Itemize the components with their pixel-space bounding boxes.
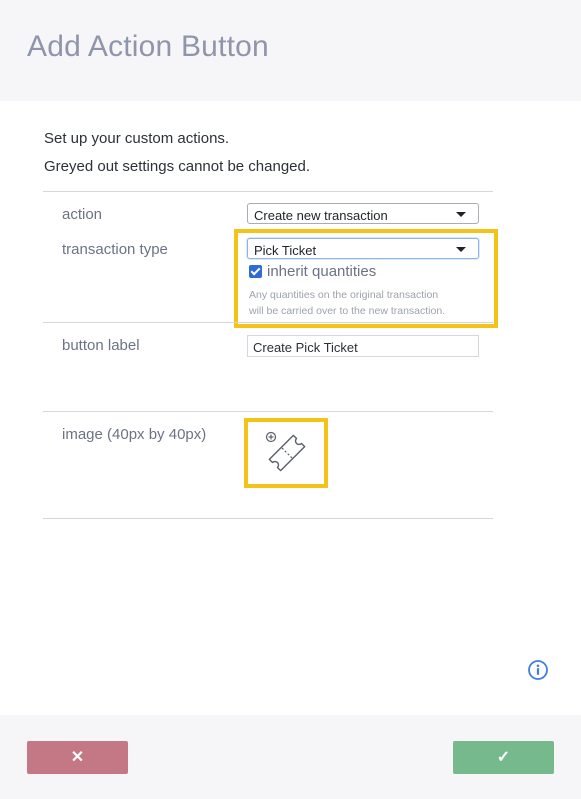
intro-note: Greyed out settings cannot be changed. bbox=[44, 158, 311, 175]
transaction-type-label: transaction type bbox=[62, 241, 168, 258]
transaction-type-select[interactable]: Pick Ticket bbox=[247, 238, 479, 259]
inherit-quantities-label[interactable]: inherit quantities bbox=[267, 263, 376, 280]
check-icon: ✓ bbox=[496, 749, 511, 766]
action-select[interactable]: Create new transaction bbox=[247, 203, 479, 224]
info-icon[interactable] bbox=[527, 659, 549, 681]
divider bbox=[43, 411, 493, 412]
action-label: action bbox=[62, 206, 103, 223]
close-icon: ✕ bbox=[70, 749, 85, 766]
button-label-input[interactable]: Create Pick Ticket bbox=[247, 335, 479, 357]
divider bbox=[43, 322, 493, 323]
caret-down-icon bbox=[456, 247, 466, 252]
confirm-button[interactable]: ✓ bbox=[453, 741, 554, 774]
intro-text: Set up your custom actions. bbox=[44, 130, 230, 147]
action-select-value: Create new transaction bbox=[254, 208, 388, 223]
ticket-icon[interactable] bbox=[260, 428, 310, 474]
inherit-quantities-help: Any quantities on the original transacti… bbox=[249, 289, 439, 301]
inherit-quantities-checkbox[interactable] bbox=[249, 265, 262, 278]
transaction-type-value: Pick Ticket bbox=[254, 243, 317, 258]
inherit-quantities-help-2: will be carried over to the new transact… bbox=[249, 305, 446, 317]
image-label: image (40px by 40px) bbox=[62, 426, 207, 443]
divider bbox=[43, 518, 493, 519]
caret-down-icon bbox=[456, 212, 466, 217]
dialog-header: Add Action Button bbox=[0, 0, 581, 101]
button-label-label: button label bbox=[62, 337, 140, 354]
divider bbox=[43, 191, 493, 192]
dialog-title: Add Action Button bbox=[27, 30, 269, 63]
cancel-button[interactable]: ✕ bbox=[27, 741, 128, 774]
